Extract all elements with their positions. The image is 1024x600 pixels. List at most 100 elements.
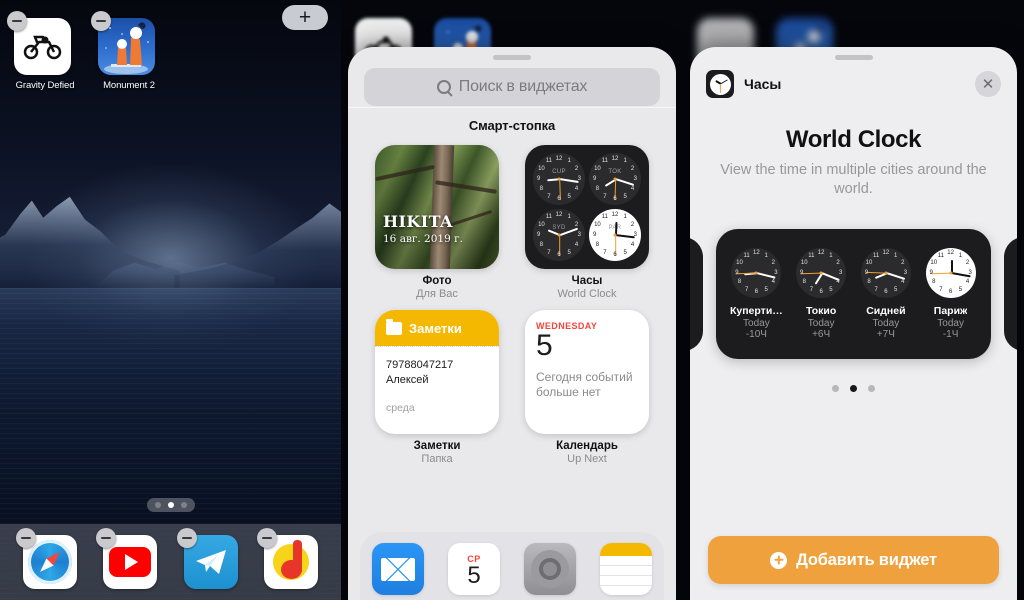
panel-home-screen: + Gravity Defied Monument 2 bbox=[0, 0, 341, 600]
clock-numeral: 8 bbox=[539, 186, 544, 193]
widget-name: Заметки bbox=[413, 440, 461, 452]
clock-face-cup: CUP 12 1 2 3 4 5 6 7 8 9 10 11 bbox=[533, 153, 585, 205]
photos-widget-preview[interactable]: HIKITA 16 авг. 2019 г. bbox=[375, 145, 499, 269]
calendar-icon[interactable]: СР 5 bbox=[448, 543, 500, 595]
clock-numeral: 12 bbox=[611, 211, 619, 218]
clock-numeral: 8 bbox=[802, 279, 806, 286]
search-input[interactable]: Поиск в виджетах bbox=[364, 68, 660, 106]
clock-numeral: 7 bbox=[809, 286, 814, 293]
notes-icon[interactable] bbox=[600, 543, 652, 595]
clock-numeral: 10 bbox=[865, 259, 873, 266]
dock-item-telegram[interactable] bbox=[176, 528, 238, 589]
clock-numeral: 12 bbox=[817, 250, 825, 257]
clock-numeral: 8 bbox=[932, 279, 936, 286]
remove-badge-icon[interactable] bbox=[91, 11, 111, 31]
dock-item-safari[interactable] bbox=[16, 528, 78, 589]
clock-numeral: 5 bbox=[567, 249, 571, 256]
carousel-page-indicator[interactable] bbox=[690, 384, 1017, 392]
notes-line-2: Алексей bbox=[386, 373, 429, 386]
widget-card-clock[interactable]: CUP 12 1 2 3 4 5 6 7 8 9 10 11 TOK 12 1 … bbox=[522, 145, 652, 300]
carousel-peek-next[interactable] bbox=[1004, 236, 1017, 351]
notes-widget-header: Заметки bbox=[375, 310, 499, 346]
app-icon-monument-2[interactable]: Monument 2 bbox=[91, 11, 160, 91]
clock-numeral: 1 bbox=[829, 252, 833, 259]
suggested-apps-row: СР 5 bbox=[360, 532, 664, 600]
clock-numeral: 1 bbox=[623, 214, 627, 221]
clock-widget-preview[interactable]: CUP 12 1 2 3 4 5 6 7 8 9 10 11 TOK 12 1 … bbox=[525, 145, 649, 269]
detail-description: View the time in multiple cities around … bbox=[720, 162, 987, 197]
widget-name: Календарь bbox=[556, 440, 618, 452]
clock-face-tok: TOK 12 1 2 3 4 5 6 7 8 9 10 11 bbox=[589, 153, 641, 205]
clock-numeral: 3 bbox=[903, 269, 908, 276]
clock-numeral: 1 bbox=[567, 158, 571, 165]
clock-numeral: 11 bbox=[937, 252, 944, 259]
clock-numeral: 8 bbox=[595, 186, 600, 193]
clock-numeral: 2 bbox=[574, 221, 579, 228]
dock-item-youtube[interactable] bbox=[96, 528, 158, 589]
calendar-widget-preview[interactable]: WEDNESDAY 5 Сегодня событий больше нет bbox=[525, 310, 649, 434]
clock-numeral: 1 bbox=[623, 158, 627, 165]
city-day: Today bbox=[743, 317, 770, 329]
page-dot[interactable] bbox=[180, 502, 187, 508]
page-dot-active[interactable] bbox=[167, 502, 174, 508]
clock-center-pin bbox=[949, 271, 953, 275]
clock-numeral: 6 bbox=[613, 196, 617, 203]
widget-name: Фото bbox=[422, 275, 452, 287]
clock-center-pin bbox=[884, 271, 888, 275]
clock-numeral: 9 bbox=[593, 232, 597, 238]
remove-badge-icon[interactable] bbox=[7, 11, 27, 31]
remove-badge-icon[interactable] bbox=[256, 528, 277, 548]
clock-numeral: 9 bbox=[537, 176, 541, 182]
clock-face: 12 1 2 3 4 5 6 7 8 9 10 11 bbox=[925, 247, 976, 298]
widget-card-notes[interactable]: Заметки 79788047217 Алексей среда Заметк… bbox=[372, 310, 502, 465]
clock-city-code: SYD bbox=[552, 224, 566, 231]
notes-line-1: 79788047217 bbox=[386, 359, 454, 371]
clock-numeral: 12 bbox=[611, 155, 619, 162]
clock-numeral: 3 bbox=[577, 176, 581, 182]
clock-numeral: 1 bbox=[958, 252, 963, 259]
screenshot-stage: + Gravity Defied Monument 2 Поиск в видж… bbox=[0, 0, 1024, 600]
city-offset: +7Ч bbox=[876, 328, 895, 340]
clock-numeral: 9 bbox=[799, 269, 804, 276]
remove-badge-icon[interactable] bbox=[176, 528, 197, 548]
clock-numeral: 10 bbox=[594, 165, 601, 172]
clock-numeral: 7 bbox=[939, 286, 943, 293]
clock-numeral: 6 bbox=[557, 252, 561, 259]
world-clock-widget-preview[interactable]: 12 1 2 3 4 5 6 7 8 9 10 11 Куперти… Today -10Ч 12 1 2… bbox=[716, 228, 991, 359]
widget-preview-carousel[interactable]: 12 1 2 3 4 5 6 7 8 9 10 11 Куперти… Today -10Ч 12 1 2… bbox=[690, 228, 1017, 359]
widget-gallery-scroll-area[interactable]: Смарт-стопка HIKITA 16 авг. 2019 г. Фото… bbox=[348, 107, 676, 600]
clock-numeral: 12 bbox=[882, 250, 890, 257]
page-dot[interactable] bbox=[154, 502, 161, 508]
clock-numeral: 10 bbox=[800, 259, 808, 266]
add-widget-plus-button[interactable]: + bbox=[282, 5, 328, 30]
dock-item-music[interactable] bbox=[256, 528, 318, 589]
clock-numeral: 6 bbox=[557, 196, 561, 203]
app-icon-gravity-defied[interactable]: Gravity Defied bbox=[7, 11, 76, 91]
page-dot[interactable] bbox=[868, 384, 875, 392]
calendar-icon-day: 5 bbox=[467, 562, 481, 589]
calendar-date-number: 5 bbox=[536, 329, 553, 362]
clock-numeral: 12 bbox=[753, 250, 760, 257]
clock-numeral: 4 bbox=[836, 279, 840, 286]
close-icon[interactable]: ✕ bbox=[975, 71, 1001, 97]
widget-card-photos[interactable]: HIKITA 16 авг. 2019 г. Фото Для Вас bbox=[372, 145, 502, 300]
search-icon bbox=[436, 80, 451, 94]
second-hand bbox=[865, 271, 887, 274]
section-title: Смарт-стопка bbox=[468, 118, 556, 133]
clock-numeral: 9 bbox=[864, 269, 869, 276]
notes-widget-preview[interactable]: Заметки 79788047217 Алексей среда bbox=[375, 310, 499, 434]
home-app-grid: Gravity Defied Monument 2 bbox=[7, 11, 160, 91]
city-offset: -10Ч bbox=[745, 328, 767, 340]
clock-numeral: 8 bbox=[539, 242, 544, 249]
gear-icon[interactable] bbox=[524, 543, 576, 595]
remove-badge-icon[interactable] bbox=[16, 528, 37, 548]
city-name: Токио bbox=[805, 304, 837, 317]
widget-card-calendar[interactable]: WEDNESDAY 5 Сегодня событий больше нет К… bbox=[522, 310, 652, 465]
page-dot-active[interactable] bbox=[850, 384, 857, 392]
home-dock bbox=[0, 524, 341, 600]
carousel-peek-previous[interactable] bbox=[690, 236, 703, 351]
add-widget-button[interactable]: Добавить виджет bbox=[708, 536, 999, 584]
mail-icon[interactable] bbox=[372, 543, 424, 595]
page-dot[interactable] bbox=[832, 384, 839, 392]
home-page-indicator[interactable] bbox=[146, 498, 195, 512]
